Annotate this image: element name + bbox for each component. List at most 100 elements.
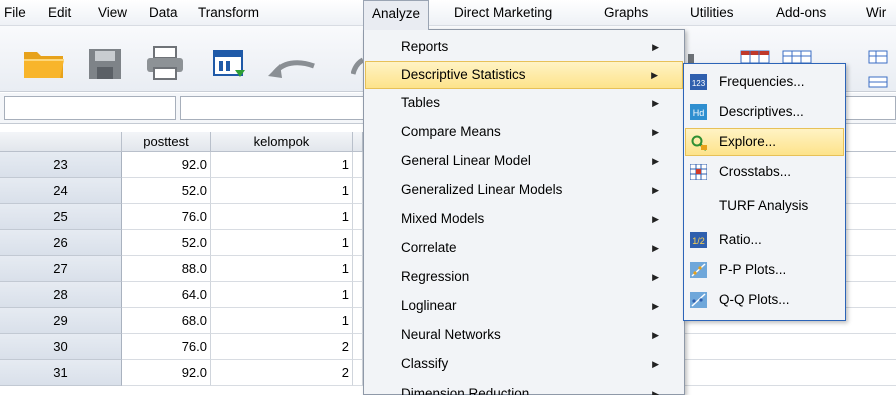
menu-item-regression[interactable]: Regression ▶	[365, 263, 683, 291]
menu-view[interactable]: View	[98, 5, 127, 20]
cell-blank[interactable]	[353, 308, 363, 334]
redo-icon[interactable]	[351, 56, 363, 76]
menu-item-classify[interactable]: Classify ▶	[365, 350, 683, 378]
submenu-arrow-icon: ▶	[652, 156, 659, 166]
cell-kelompok[interactable]: 2	[211, 334, 353, 360]
column-header-kelompok[interactable]: kelompok	[211, 132, 353, 152]
cell-kelompok[interactable]: 1	[211, 152, 353, 178]
menu-window[interactable]: Wir	[866, 5, 886, 20]
cell-posttest[interactable]: 76.0	[122, 334, 211, 360]
cell-kelompok[interactable]: 1	[211, 256, 353, 282]
menu-item-general-linear-model[interactable]: General Linear Model ▶	[365, 147, 683, 175]
menu-item-correlate[interactable]: Correlate ▶	[365, 234, 683, 262]
cell-blank[interactable]	[353, 282, 363, 308]
descriptive-statistics-submenu: 123 Frequencies... Hd Descriptives... Ex…	[683, 63, 846, 321]
column-header-blank[interactable]	[353, 132, 363, 152]
submenu-item-descriptives[interactable]: Hd Descriptives...	[685, 98, 844, 126]
dialog-recall-icon[interactable]	[213, 50, 247, 80]
menu-item-generalized-linear-models[interactable]: Generalized Linear Models ▶	[365, 176, 683, 204]
cell-posttest[interactable]: 76.0	[122, 204, 211, 230]
menu-item-mixed-models[interactable]: Mixed Models ▶	[365, 205, 683, 233]
cell-posttest[interactable]: 92.0	[122, 152, 211, 178]
row-number[interactable]: 26	[0, 230, 122, 256]
cell-posttest[interactable]: 52.0	[122, 230, 211, 256]
menu-transform[interactable]: Transform	[198, 5, 259, 20]
undo-icon[interactable]	[268, 56, 318, 78]
submenu-arrow-icon: ▶	[652, 359, 659, 369]
submenu-arrow-icon: ▶	[652, 98, 659, 108]
submenu-item-pp-plots[interactable]: P-P Plots...	[685, 256, 844, 284]
menu-direct-marketing[interactable]: Direct Marketing	[454, 5, 552, 20]
cell-kelompok[interactable]: 1	[211, 204, 353, 230]
submenu-item-frequencies[interactable]: 123 Frequencies...	[685, 68, 844, 96]
corner-cell[interactable]	[0, 132, 122, 152]
cell-blank[interactable]	[353, 230, 363, 256]
print-icon[interactable]	[145, 46, 185, 80]
cell-blank[interactable]	[353, 334, 363, 360]
svg-text:1/2: 1/2	[692, 236, 705, 246]
svg-text:Hd: Hd	[693, 108, 705, 118]
menu-graphs[interactable]: Graphs	[604, 5, 648, 20]
explore-icon	[691, 135, 707, 151]
cell-blank[interactable]	[353, 360, 363, 386]
cell-posttest[interactable]: 92.0	[122, 360, 211, 386]
variables-icon[interactable]	[740, 50, 770, 64]
row-number[interactable]: 31	[0, 360, 122, 386]
frequencies-icon: 123	[690, 74, 707, 90]
submenu-arrow-icon: ▶	[652, 330, 659, 340]
cell-blank[interactable]	[353, 178, 363, 204]
menu-analyze[interactable]: Analyze	[363, 0, 430, 30]
submenu-item-qq-plots[interactable]: Q-Q Plots...	[685, 286, 844, 314]
menu-add-ons[interactable]: Add-ons	[776, 5, 826, 20]
submenu-arrow-icon: ▶	[652, 127, 659, 137]
menu-item-dimension-reduction[interactable]: Dimension Reduction ▶	[365, 379, 683, 395]
submenu-arrow-icon: ▶	[652, 243, 659, 253]
menu-utilities[interactable]: Utilities	[690, 5, 734, 20]
cell-kelompok[interactable]: 1	[211, 282, 353, 308]
cell-posttest[interactable]: 68.0	[122, 308, 211, 334]
menu-item-reports[interactable]: Reports ▶	[365, 33, 683, 61]
row-number[interactable]: 28	[0, 282, 122, 308]
cell-kelompok[interactable]: 2	[211, 360, 353, 386]
cell-blank[interactable]	[353, 204, 363, 230]
row-number[interactable]: 27	[0, 256, 122, 282]
find-icon[interactable]	[782, 50, 812, 64]
row-number[interactable]: 25	[0, 204, 122, 230]
submenu-arrow-icon: ▶	[651, 70, 658, 80]
descriptives-icon: Hd	[690, 104, 707, 120]
menu-item-loglinear[interactable]: Loglinear ▶	[365, 292, 683, 320]
cell-blank[interactable]	[683, 360, 896, 386]
cell-reference-field[interactable]	[4, 96, 176, 120]
save-icon[interactable]	[88, 48, 122, 80]
cell-kelompok[interactable]: 1	[211, 178, 353, 204]
row-number[interactable]: 30	[0, 334, 122, 360]
column-header-posttest[interactable]: posttest	[122, 132, 211, 152]
row-number[interactable]: 23	[0, 152, 122, 178]
submenu-item-explore[interactable]: Explore...	[685, 128, 844, 156]
svg-text:123: 123	[692, 79, 706, 88]
menu-item-compare-means[interactable]: Compare Means ▶	[365, 118, 683, 146]
cell-blank[interactable]	[353, 152, 363, 178]
cell-posttest[interactable]: 64.0	[122, 282, 211, 308]
menu-file[interactable]: File	[4, 5, 26, 20]
split-file-icon[interactable]	[868, 50, 888, 90]
submenu-arrow-icon: ▶	[652, 301, 659, 311]
menu-data[interactable]: Data	[149, 5, 178, 20]
cell-kelompok[interactable]: 1	[211, 308, 353, 334]
menu-edit[interactable]: Edit	[48, 5, 71, 20]
submenu-item-turf-analysis[interactable]: TURF Analysis	[685, 192, 844, 220]
submenu-item-ratio[interactable]: 1/2 Ratio...	[685, 226, 844, 254]
open-folder-icon[interactable]	[22, 46, 66, 80]
cell-blank[interactable]	[353, 256, 363, 282]
cell-posttest[interactable]: 52.0	[122, 178, 211, 204]
cell-posttest[interactable]: 88.0	[122, 256, 211, 282]
submenu-arrow-icon: ▶	[652, 389, 659, 395]
menu-item-tables[interactable]: Tables ▶	[365, 89, 683, 117]
row-number[interactable]: 24	[0, 178, 122, 204]
menu-item-neural-networks[interactable]: Neural Networks ▶	[365, 321, 683, 349]
cell-kelompok[interactable]: 1	[211, 230, 353, 256]
row-number[interactable]: 29	[0, 308, 122, 334]
menu-item-descriptive-statistics[interactable]: Descriptive Statistics ▶	[365, 61, 683, 89]
submenu-item-crosstabs[interactable]: Crosstabs...	[685, 158, 844, 186]
cell-blank[interactable]	[683, 334, 896, 360]
